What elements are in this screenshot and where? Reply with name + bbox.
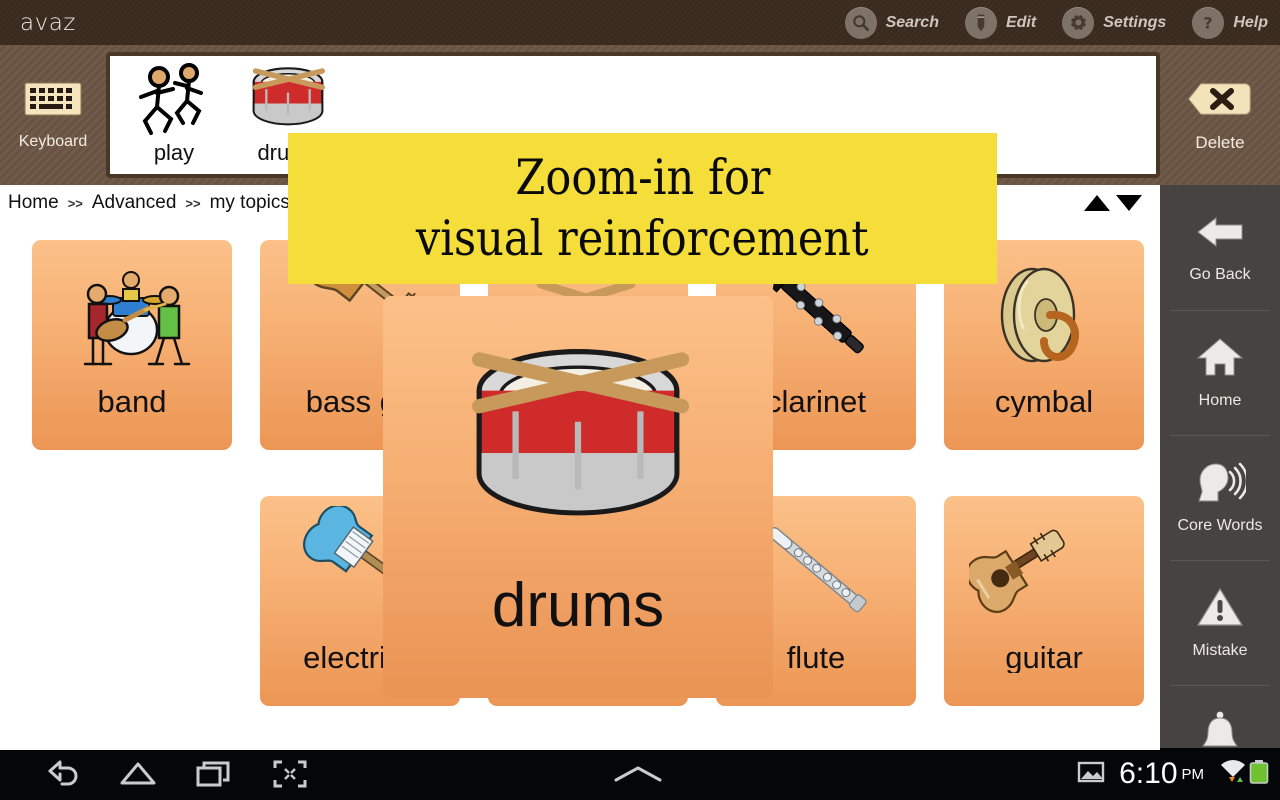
grid-card-label: flute [786, 642, 846, 673]
warning-triangle-icon [1196, 586, 1244, 633]
sidebar-item-label: Mistake [1192, 641, 1248, 659]
grid-card-guitar[interactable]: guitar [944, 496, 1144, 706]
home-icon [1196, 336, 1244, 383]
snare-drum-icon [242, 60, 334, 138]
back-arrow-icon[interactable] [24, 759, 100, 789]
arrow-left-icon [1194, 212, 1246, 257]
grid-card-label: clarinet [766, 386, 866, 417]
breadcrumb-item-advanced[interactable]: Advanced [92, 192, 177, 214]
grid-card-label: guitar [1005, 642, 1083, 673]
sidebar-item-mistake[interactable]: Mistake [1160, 560, 1280, 685]
system-status-area: 6:10 PM [1077, 757, 1280, 791]
chevron-up-icon[interactable] [612, 762, 664, 791]
grid-card-band[interactable]: band [32, 240, 232, 450]
clock-time: 6:10 [1119, 757, 1178, 790]
search-label: Search [885, 13, 939, 31]
search-button[interactable]: Search [844, 6, 939, 39]
breadcrumb: Home >> Advanced >> my topics [0, 192, 290, 214]
acoustic-guitar-icon [944, 496, 1144, 646]
page-scroll-controls [1078, 194, 1160, 211]
clock-ampm: PM [1181, 765, 1205, 783]
settings-label: Settings [1103, 13, 1167, 31]
delete-button[interactable]: Delete [1160, 45, 1280, 185]
picture-icon[interactable] [1077, 760, 1105, 789]
grid-card-label: band [97, 386, 167, 417]
app-logo: avaz [20, 9, 76, 36]
breadcrumb-separator: >> [185, 195, 201, 211]
sidebar-item-label: Core Words [1177, 516, 1263, 534]
edit-button[interactable]: Edit [964, 6, 1037, 39]
delete-label: Delete [1195, 132, 1245, 152]
wifi-icon[interactable] [1218, 759, 1248, 790]
snare-drum-icon [383, 296, 773, 566]
pencil-icon [964, 6, 997, 39]
help-button[interactable]: ? Help [1192, 6, 1268, 39]
battery-full-icon[interactable] [1248, 759, 1270, 790]
keyboard-label: Keyboard [18, 133, 88, 150]
sidebar-item-core-words[interactable]: Core Words [1160, 435, 1280, 560]
sentence-word-play[interactable]: play [124, 56, 224, 174]
android-system-bar: 6:10 PM [0, 748, 1280, 800]
breadcrumb-item-my-topics[interactable]: my topics [210, 192, 290, 214]
system-nav-buttons [0, 759, 328, 789]
band-icon [32, 240, 232, 390]
status-divider [0, 748, 1160, 750]
running-stick-figures-icon [131, 60, 217, 138]
home-outline-icon[interactable] [100, 759, 176, 789]
recents-icon[interactable] [176, 759, 252, 789]
sidebar-item-home[interactable]: Home [1160, 310, 1280, 435]
breadcrumb-separator: >> [67, 195, 83, 211]
callout-line-2: visual reinforcement [416, 209, 869, 267]
gear-icon [1062, 6, 1095, 39]
triangle-down-icon[interactable] [1116, 194, 1142, 211]
settings-button[interactable]: Settings [1062, 6, 1167, 39]
keyboard-button[interactable]: Keyboard [0, 45, 106, 185]
help-label: Help [1233, 13, 1268, 31]
zoomed-symbol-label: drums [491, 571, 665, 640]
sentence-word-label: play [153, 140, 195, 165]
screenshot-icon[interactable] [252, 759, 328, 789]
svg-text:?: ? [1204, 13, 1213, 32]
sidebar-item-go-back[interactable]: Go Back [1160, 185, 1280, 310]
annotation-callout: Zoom-in for visual reinforcement [288, 133, 997, 284]
search-icon [844, 6, 877, 39]
grid-card-label: cymbal [994, 386, 1094, 417]
triangle-up-icon[interactable] [1084, 194, 1110, 211]
callout-line-1: Zoom-in for [514, 149, 771, 207]
sidebar-item-label: Go Back [1189, 265, 1251, 283]
top-toolbar: avaz Search Edit Settings ? Help [0, 0, 1280, 45]
x-tag-icon [1187, 78, 1253, 125]
speaking-head-icon [1194, 461, 1249, 508]
keyboard-icon [24, 79, 82, 124]
top-toolbar-actions: Search Edit Settings ? Help [819, 6, 1280, 39]
question-mark-icon: ? [1192, 6, 1225, 39]
sidebar-item-label: Home [1198, 391, 1242, 409]
breadcrumb-item-home[interactable]: Home [8, 192, 59, 214]
right-sidebar: Go Back Home Core Words Mistake [1160, 185, 1280, 785]
zoomed-symbol-overlay[interactable]: drums [383, 296, 773, 698]
edit-label: Edit [1005, 13, 1037, 31]
